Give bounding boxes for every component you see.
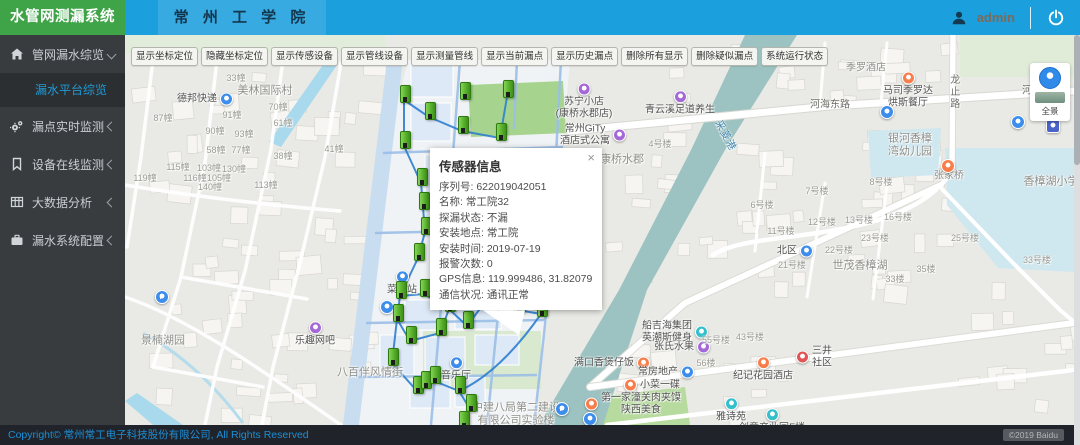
user-area: admin bbox=[950, 0, 1080, 35]
sidebar-item-label: 漏水系统配置 bbox=[32, 232, 104, 249]
panorama-label: 全景 bbox=[1041, 105, 1058, 117]
page-title: 常 州 工 学 院 bbox=[158, 0, 326, 35]
map-toolbar-button[interactable]: 显示管线设备 bbox=[341, 47, 408, 66]
chevron-left-icon bbox=[107, 197, 117, 207]
chevron-left-icon bbox=[107, 121, 117, 131]
sidebar-item-label: 大数据分析 bbox=[32, 194, 92, 211]
map-toolbar-button[interactable]: 显示当前漏点 bbox=[481, 47, 548, 66]
map-toolbar-button[interactable]: 显示坐标定位 bbox=[131, 47, 198, 66]
panorama-icon bbox=[1039, 67, 1061, 89]
sidebar-item-label: 管网漏水综览 bbox=[32, 46, 104, 63]
popup-field: GPS信息: 119.999486, 31.82079 bbox=[430, 272, 602, 287]
map-toolbar-button[interactable]: 删除所有显示 bbox=[621, 47, 688, 66]
user-icon bbox=[950, 9, 968, 27]
chevron-left-icon bbox=[107, 159, 117, 169]
scrollbar[interactable] bbox=[1074, 35, 1080, 445]
sidebar-item-label: 设备在线监测 bbox=[32, 156, 104, 173]
sensor-info-popup: 传感器信息 × 序列号: 622019042051名称: 常工院32探漏状态: … bbox=[430, 148, 602, 310]
sidebar-item[interactable]: 漏水系统配置 bbox=[0, 221, 125, 259]
sidebar-item[interactable]: 大数据分析 bbox=[0, 183, 125, 221]
header-bar: 水管网测漏系统 常 州 工 学 院 admin bbox=[0, 0, 1080, 35]
table-icon bbox=[10, 195, 24, 209]
gears-icon bbox=[10, 119, 24, 133]
map-toolbar-button[interactable]: 系统运行状态 bbox=[761, 47, 828, 66]
sidebar-item[interactable]: 设备在线监测 bbox=[0, 145, 125, 183]
chevron-down-icon bbox=[107, 49, 117, 59]
popup-field: 安装地点: 常工院 bbox=[430, 226, 602, 241]
app-brand: 水管网测漏系统 bbox=[0, 0, 125, 35]
popup-title: 传感器信息 bbox=[430, 148, 602, 180]
map-canvas[interactable]: 美林国际村德邦快递33幢70幢87幢91幢61幢90幢93幢58幢77幢38幢4… bbox=[125, 35, 1074, 425]
sidebar-item-label: 漏点实时监测 bbox=[32, 118, 104, 135]
panorama-thumbnail bbox=[1035, 92, 1065, 103]
map-toolbar-button[interactable]: 隐藏坐标定位 bbox=[201, 47, 268, 66]
sidebar-subitem[interactable]: 漏水平台综览 bbox=[0, 73, 125, 107]
popup-field: 安装时间: 2019-07-19 bbox=[430, 242, 602, 257]
popup-field: 报警次数: 0 bbox=[430, 257, 602, 272]
panorama-control[interactable]: 全景 bbox=[1030, 63, 1070, 121]
sidebar-item[interactable]: 管网漏水综览 bbox=[0, 35, 125, 73]
power-icon[interactable] bbox=[1046, 8, 1066, 28]
bookmark-icon bbox=[10, 157, 24, 171]
home-icon bbox=[10, 47, 24, 61]
username-label: admin bbox=[977, 10, 1015, 25]
chevron-left-icon bbox=[107, 235, 117, 245]
sidebar: 管网漏水综览漏水平台综览漏点实时监测设备在线监测大数据分析漏水系统配置 bbox=[0, 35, 125, 425]
map-toolbar-button[interactable]: 显示测量管线 bbox=[411, 47, 478, 66]
footer: Copyright© 常州常工电子科技股份有限公司, All Rights Re… bbox=[0, 425, 1080, 445]
map-attribution-badge: ©2019 Baidu bbox=[1003, 429, 1064, 441]
map-toolbar-button[interactable]: 显示历史漏点 bbox=[551, 47, 618, 66]
popup-field: 通信状况: 通讯正常 bbox=[430, 288, 602, 303]
app-window: 水管网测漏系统 常 州 工 学 院 admin 管网漏水综览漏水平台综览漏点实时… bbox=[0, 0, 1080, 445]
popup-field: 探漏状态: 不漏 bbox=[430, 211, 602, 226]
popup-field: 序列号: 622019042051 bbox=[430, 180, 602, 195]
copyright-text: Copyright© 常州常工电子科技股份有限公司, All Rights Re… bbox=[0, 425, 1080, 445]
map-toolbar-button[interactable]: 显示传感设备 bbox=[271, 47, 338, 66]
divider bbox=[1030, 7, 1031, 29]
close-icon[interactable]: × bbox=[587, 151, 595, 164]
map-toolbar: 显示坐标定位隐藏坐标定位显示传感设备显示管线设备显示测量管线显示当前漏点显示历史… bbox=[131, 47, 828, 66]
popup-field: 名称: 常工院32 bbox=[430, 195, 602, 210]
sidebar-item[interactable]: 漏点实时监测 bbox=[0, 107, 125, 145]
map-toolbar-button[interactable]: 删除疑似漏点 bbox=[691, 47, 758, 66]
scrollbar-thumb[interactable] bbox=[1074, 35, 1080, 165]
briefcase-icon bbox=[10, 233, 24, 247]
